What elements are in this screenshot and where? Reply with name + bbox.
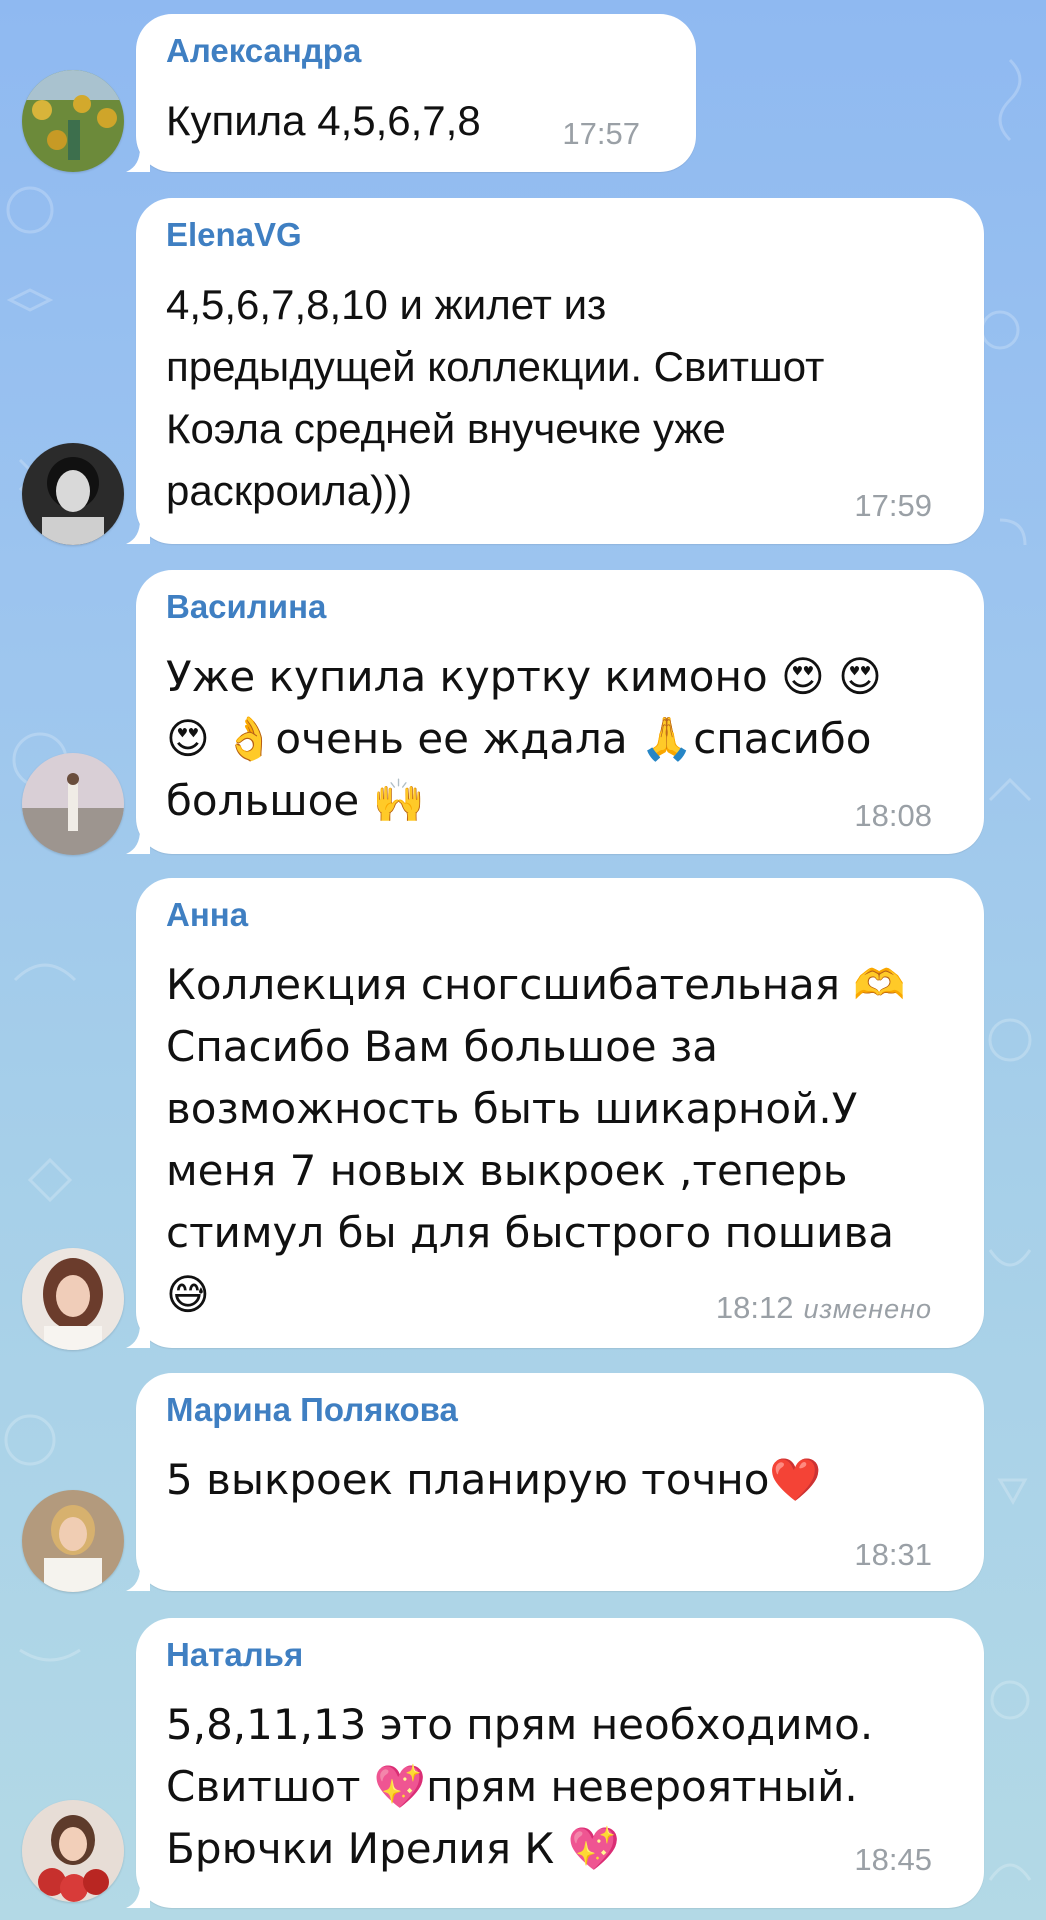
sender-name[interactable]: ElenaVG bbox=[166, 216, 302, 254]
message-row: Александра Купила 4,5,6,7,8 17:57 bbox=[0, 0, 1046, 175]
message-bubble[interactable]: Анна Коллекция сногсшибательная 🫶 Спасиб… bbox=[126, 878, 984, 1348]
avatar-photo-woman-portrait[interactable] bbox=[22, 1248, 124, 1350]
message-text: 5,8,11,13 это прям необходимо. Свитшот 💖… bbox=[166, 1700, 874, 1873]
message-bubble[interactable]: Марина Полякова 5 выкроек планирую точно… bbox=[126, 1373, 984, 1591]
message-row: ElenaVG 4,5,6,7,8,10 и жилет из предыдущ… bbox=[0, 195, 1046, 545]
avatar-photo-sunflowers[interactable] bbox=[22, 70, 124, 172]
message-bubble[interactable]: Наталья 5,8,11,13 это прям необходимо. С… bbox=[126, 1618, 984, 1908]
sender-name[interactable]: Василина bbox=[166, 588, 326, 626]
message-time: 18:08 bbox=[854, 798, 932, 833]
message-row: Василина Уже купила куртку кимоно 😍 😍 😍 … bbox=[0, 568, 1046, 858]
message-bubble[interactable]: Василина Уже купила куртку кимоно 😍 😍 😍 … bbox=[126, 570, 984, 854]
message-time: 17:59 bbox=[854, 488, 932, 523]
message-time: 18:45 bbox=[854, 1842, 932, 1877]
message-text: Коллекция сногсшибательная 🫶 Спасибо Вам… bbox=[166, 960, 906, 1319]
avatar-photo-beach[interactable] bbox=[22, 753, 124, 855]
message-time: 17:57 bbox=[562, 116, 640, 151]
avatar-photo-portrait-bw[interactable] bbox=[22, 443, 124, 545]
avatar-photo-woman-flowers[interactable] bbox=[22, 1800, 124, 1902]
avatar-photo-woman-white[interactable] bbox=[22, 1490, 124, 1592]
message-row: Марина Полякова 5 выкроек планирую точно… bbox=[0, 1373, 1046, 1595]
message-text: 5 выкроек планирую точно❤️ bbox=[166, 1455, 822, 1504]
message-row: Наталья 5,8,11,13 это прям необходимо. С… bbox=[0, 1618, 1046, 1918]
sender-name[interactable]: Наталья bbox=[166, 1636, 303, 1674]
message-time: 18:31 bbox=[854, 1537, 932, 1572]
message-text: 4,5,6,7,8,10 и жилет из предыдущей колле… bbox=[166, 281, 825, 514]
message-bubble[interactable]: Александра Купила 4,5,6,7,8 17:57 bbox=[126, 14, 696, 172]
edited-label: изменено bbox=[803, 1294, 932, 1324]
message-bubble[interactable]: ElenaVG 4,5,6,7,8,10 и жилет из предыдущ… bbox=[126, 198, 984, 544]
sender-name[interactable]: Александра bbox=[166, 32, 361, 70]
message-text: Уже купила куртку кимоно 😍 😍 😍 👌очень ее… bbox=[166, 652, 882, 825]
sender-name[interactable]: Анна bbox=[166, 896, 248, 934]
message-row: Анна Коллекция сногсшибательная 🫶 Спасиб… bbox=[0, 878, 1046, 1350]
message-time: 18:12 изменено bbox=[715, 1290, 932, 1325]
message-text: Купила 4,5,6,7,8 bbox=[166, 97, 481, 144]
sender-name[interactable]: Марина Полякова bbox=[166, 1391, 458, 1429]
